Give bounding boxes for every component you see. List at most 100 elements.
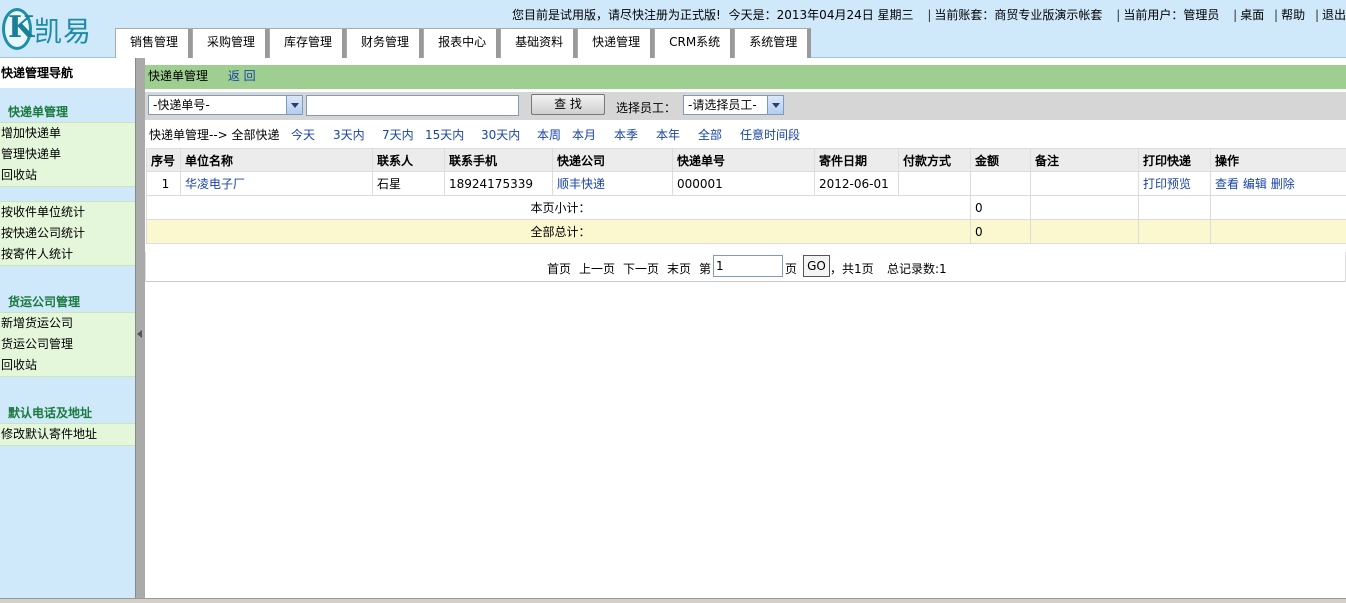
page-title: 快递单管理 bbox=[148, 69, 209, 83]
chevron-down-icon[interactable] bbox=[286, 96, 302, 114]
period-custom[interactable]: 任意时间段 bbox=[740, 125, 800, 145]
back-link[interactable]: 返 回 bbox=[228, 69, 256, 83]
col-contact: 联系人 bbox=[372, 148, 445, 172]
table-header-row: 序号 单位名称 联系人 联系手机 快递公司 快递单号 寄件日期 付款方式 金额 … bbox=[146, 148, 1346, 172]
print-preview-link[interactable]: 打印预览 bbox=[1138, 171, 1211, 196]
period-this-month[interactable]: 本月 bbox=[572, 125, 596, 145]
collapse-arrow-icon[interactable] bbox=[137, 330, 142, 338]
main-content: 快递单管理 返 回 -快递单号- 查 找 选择员工： -请选择员工- 快递单管理… bbox=[145, 58, 1346, 598]
col-amount: 金额 bbox=[970, 148, 1031, 172]
sidebar-block: 新增货运公司 货运公司管理 回收站 bbox=[0, 312, 135, 377]
period-filter: 快递单管理--> 全部快递 今天 3天内 7天内 15天内 30天内 本周 本月… bbox=[145, 125, 1346, 145]
employee-select[interactable]: -请选择员工- bbox=[683, 95, 784, 115]
period-3-days[interactable]: 3天内 bbox=[333, 125, 365, 145]
employee-select-value: -请选择员工- bbox=[688, 98, 757, 112]
page-number-input[interactable]: 1 bbox=[713, 255, 783, 277]
subtotal-row: 本页小计： 0 bbox=[146, 195, 1346, 220]
col-date: 寄件日期 bbox=[814, 148, 899, 172]
express-table: 序号 单位名称 联系人 联系手机 快递公司 快递单号 寄件日期 付款方式 金额 … bbox=[146, 148, 1346, 244]
cell-actions: 查看 编辑 删除 bbox=[1210, 171, 1346, 196]
cell-note bbox=[1030, 171, 1139, 196]
top-info-bar: 您目前是试用版，请尽快注册为正式版! 今天是：2013年04月24日 星期三 |… bbox=[512, 8, 1346, 22]
logout-link[interactable]: 退出 bbox=[1322, 8, 1346, 22]
col-payment: 付款方式 bbox=[898, 148, 971, 172]
col-print: 打印快递 bbox=[1138, 148, 1211, 172]
last-page-link[interactable]: 末页 bbox=[667, 260, 691, 277]
sidebar-block: 修改默认寄件地址 bbox=[0, 423, 135, 446]
cell-tracking: 000001 bbox=[672, 171, 815, 196]
total-value: 0 bbox=[970, 219, 1031, 244]
menu-inventory[interactable]: 库存管理 bbox=[269, 28, 347, 59]
period-prefix: 快递单管理--> 全部快递 bbox=[149, 128, 280, 142]
help-link[interactable]: 帮助 bbox=[1281, 8, 1305, 22]
view-link[interactable]: 查看 bbox=[1215, 177, 1239, 191]
period-30-days[interactable]: 30天内 bbox=[481, 125, 520, 145]
sidebar-item-add-order[interactable]: 增加快递单 bbox=[0, 123, 135, 144]
period-this-quarter[interactable]: 本季 bbox=[614, 125, 638, 145]
today-date: 今天是：2013年04月24日 星期三 bbox=[728, 8, 914, 22]
sidebar-item-stat-by-receiver[interactable]: 按收件单位统计 bbox=[0, 202, 135, 223]
col-courier: 快递公司 bbox=[552, 148, 673, 172]
sidebar: 快递管理导航 快递单管理 增加快递单 管理快递单 回收站 按收件单位统计 按快递… bbox=[0, 58, 135, 598]
go-button[interactable]: GO bbox=[803, 255, 830, 277]
menu-reports[interactable]: 报表中心 bbox=[423, 28, 501, 59]
sidebar-item-manage-freight-companies[interactable]: 货运公司管理 bbox=[0, 334, 135, 355]
period-today[interactable]: 今天 bbox=[291, 125, 315, 145]
menu-system[interactable]: 系统管理 bbox=[734, 28, 812, 59]
sidebar-item-freight-recycle-bin[interactable]: 回收站 bbox=[0, 355, 135, 376]
menu-crm[interactable]: CRM系统 bbox=[654, 28, 735, 59]
menu-basic-data[interactable]: 基础资料 bbox=[500, 28, 578, 59]
page-suffix: 页 bbox=[785, 262, 798, 276]
subtotal-label: 本页小计： bbox=[146, 195, 971, 220]
delete-link[interactable]: 删除 bbox=[1271, 177, 1295, 191]
top-header: K 凯易通 您目前是试用版，请尽快注册为正式版! 今天是：2013年04月24日… bbox=[0, 0, 1346, 88]
sidebar-item-manage-orders[interactable]: 管理快递单 bbox=[0, 144, 135, 165]
sidebar-block: 按收件单位统计 按快递公司统计 按寄件人统计 bbox=[0, 201, 135, 266]
page-prefix: 第 bbox=[699, 262, 712, 276]
total-label: 全部总计： bbox=[146, 219, 971, 244]
desktop-link[interactable]: 桌面 bbox=[1240, 8, 1264, 22]
cell-courier[interactable]: 顺丰快递 bbox=[552, 171, 673, 196]
period-7-days[interactable]: 7天内 bbox=[382, 125, 414, 145]
sidebar-title: 快递管理导航 bbox=[0, 58, 135, 88]
period-this-week[interactable]: 本周 bbox=[537, 125, 561, 145]
prev-page-link[interactable]: 上一页 bbox=[579, 260, 615, 277]
period-this-year[interactable]: 本年 bbox=[656, 125, 680, 145]
sidebar-group-express-orders: 快递单管理 bbox=[8, 105, 69, 119]
search-bar: -快递单号- 查 找 选择员工： -请选择员工- bbox=[145, 92, 1346, 120]
search-field-select[interactable]: -快递单号- bbox=[148, 95, 303, 115]
table-row: 1 华凌电子厂 石星 18924175339 顺丰快递 000001 2012-… bbox=[146, 171, 1346, 196]
sidebar-item-recycle-bin[interactable]: 回收站 bbox=[0, 165, 135, 186]
period-15-days[interactable]: 15天内 bbox=[425, 125, 464, 145]
trial-notice: 您目前是试用版，请尽快注册为正式版! bbox=[512, 8, 721, 22]
sidebar-item-stat-by-sender[interactable]: 按寄件人统计 bbox=[0, 244, 135, 265]
cell-mobile: 18924175339 bbox=[444, 171, 553, 196]
sidebar-splitter[interactable] bbox=[135, 58, 145, 598]
cell-amount bbox=[970, 171, 1031, 196]
pagination: 首页 上一页 下一页 末页 第 1 页 GO ，共1页 总记录数:1 bbox=[145, 252, 1346, 282]
edit-link[interactable]: 编辑 bbox=[1243, 177, 1267, 191]
cell-company[interactable]: 华凌电子厂 bbox=[180, 171, 373, 196]
menu-finance[interactable]: 财务管理 bbox=[346, 28, 424, 59]
sidebar-item-edit-default-address[interactable]: 修改默认寄件地址 bbox=[0, 424, 135, 445]
sidebar-item-stat-by-courier[interactable]: 按快递公司统计 bbox=[0, 223, 135, 244]
next-page-link[interactable]: 下一页 bbox=[623, 260, 659, 277]
status-bar bbox=[0, 598, 1346, 603]
main-menu: 销售管理 采购管理 库存管理 财务管理 报表中心 基础资料 快递管理 CRM系统… bbox=[115, 28, 812, 59]
chevron-down-icon[interactable] bbox=[767, 96, 783, 114]
period-all[interactable]: 全部 bbox=[698, 125, 722, 145]
menu-purchase[interactable]: 采购管理 bbox=[192, 28, 270, 59]
total-records: 总记录数:1 bbox=[887, 262, 947, 276]
current-user: 当前用户：管理员 bbox=[1123, 8, 1220, 22]
cell-date: 2012-06-01 bbox=[814, 171, 899, 196]
search-button[interactable]: 查 找 bbox=[531, 94, 605, 115]
current-account: 当前账套：商贸专业版演示帐套 bbox=[934, 8, 1103, 22]
menu-sales[interactable]: 销售管理 bbox=[115, 28, 193, 59]
sidebar-item-add-freight-company[interactable]: 新增货运公司 bbox=[0, 313, 135, 334]
search-input[interactable] bbox=[306, 95, 519, 116]
first-page-link[interactable]: 首页 bbox=[547, 260, 571, 277]
total-pages: ，共1页 bbox=[830, 262, 874, 276]
sidebar-block: 增加快递单 管理快递单 回收站 bbox=[0, 122, 135, 187]
menu-express[interactable]: 快递管理 bbox=[577, 28, 655, 59]
total-row: 全部总计： 0 bbox=[146, 219, 1346, 244]
